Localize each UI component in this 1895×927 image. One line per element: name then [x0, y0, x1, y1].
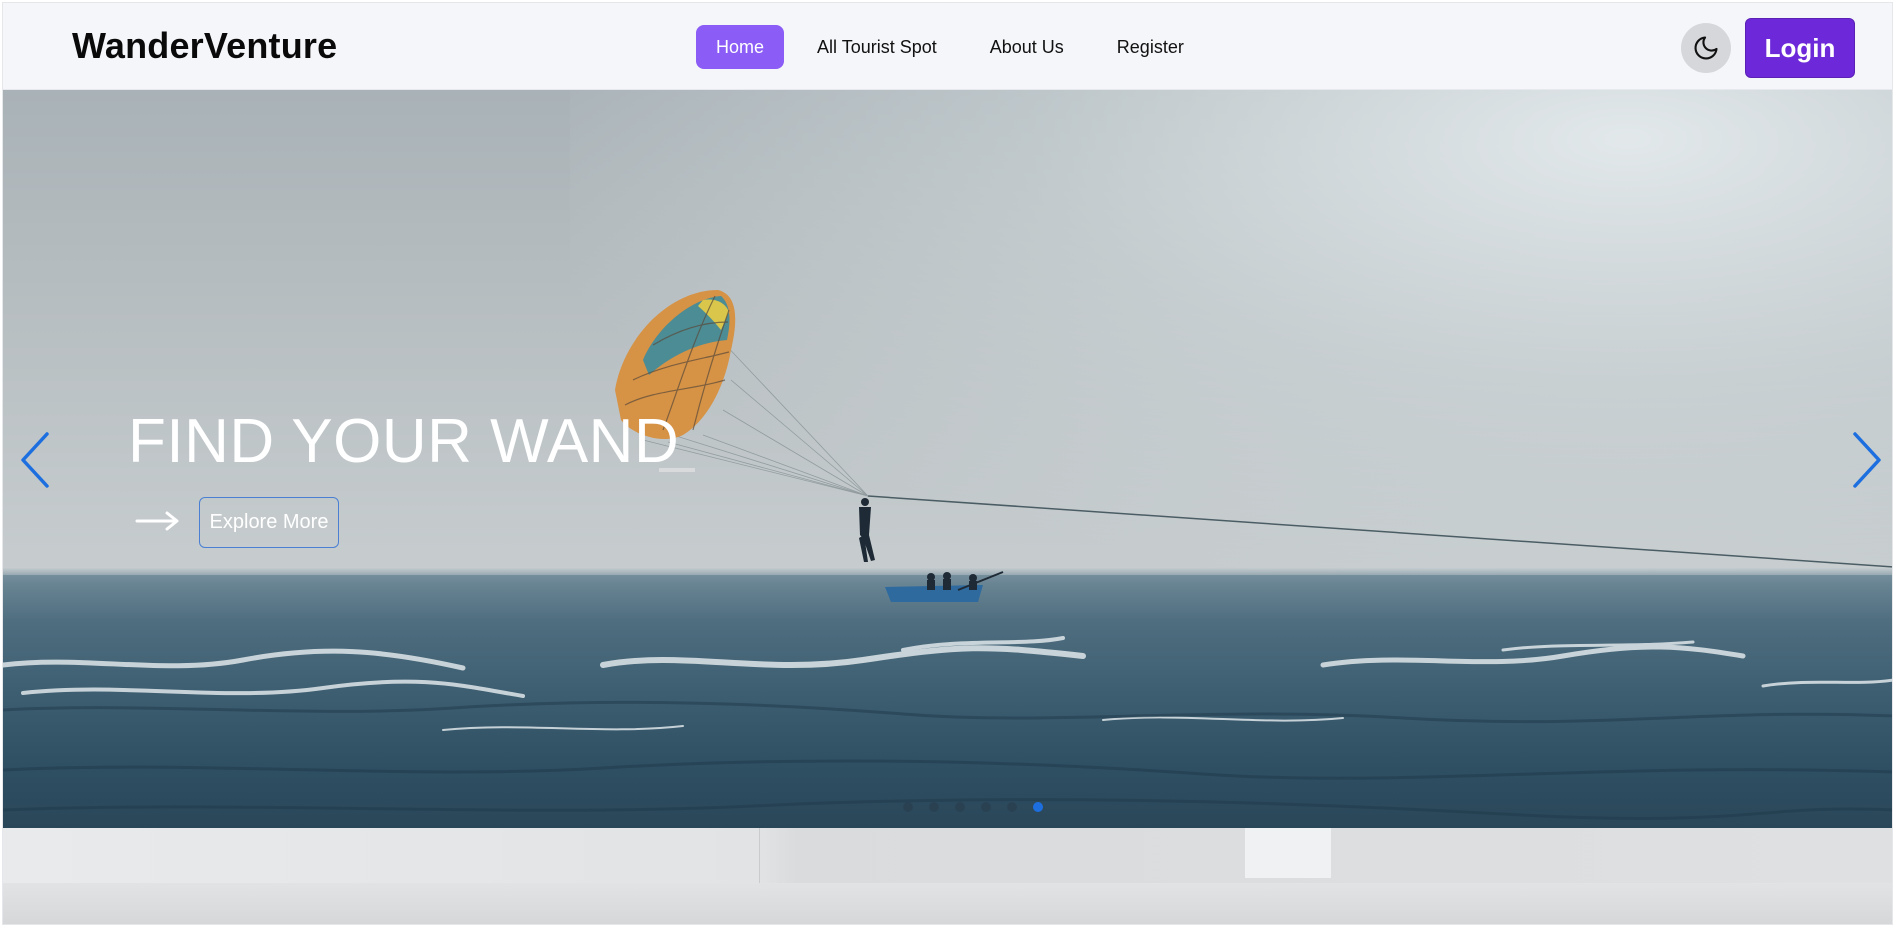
hero-title: FIND YOUR WAND: [128, 407, 680, 476]
nav-link-about-us[interactable]: About Us: [970, 25, 1084, 69]
carousel-dot[interactable]: [903, 802, 913, 812]
nav-link-register[interactable]: Register: [1097, 25, 1204, 69]
carousel-dot[interactable]: [981, 802, 991, 812]
arrow-right-icon: [135, 511, 179, 531]
carousel-pagination: [895, 802, 1051, 812]
carousel-dot[interactable]: [929, 802, 939, 812]
carousel-dot[interactable]: [955, 802, 965, 812]
login-button[interactable]: Login: [1745, 18, 1855, 78]
nav-link-all-tourist-spot[interactable]: All Tourist Spot: [797, 25, 957, 69]
page: WanderVenture Home All Tourist Spot Abou…: [2, 2, 1893, 925]
theme-toggle-button[interactable]: [1681, 23, 1731, 73]
navbar: WanderVenture Home All Tourist Spot Abou…: [3, 3, 1892, 90]
moon-icon: [1694, 36, 1718, 60]
carousel-dot-active[interactable]: [1033, 802, 1043, 812]
next-section-image: [3, 828, 1892, 924]
nav-links: Home All Tourist Spot About Us Register: [696, 25, 1217, 69]
explore-more-button[interactable]: Explore More: [199, 497, 339, 548]
chevron-left-icon[interactable]: [17, 430, 53, 490]
carousel-dot[interactable]: [1007, 802, 1017, 812]
nav-link-home[interactable]: Home: [696, 25, 785, 69]
brand-logo[interactable]: WanderVenture: [72, 25, 337, 67]
typing-cursor: [659, 468, 695, 472]
chevron-right-icon[interactable]: [1849, 430, 1885, 490]
hero-carousel: FIND YOUR WAND Explore More: [3, 90, 1892, 828]
